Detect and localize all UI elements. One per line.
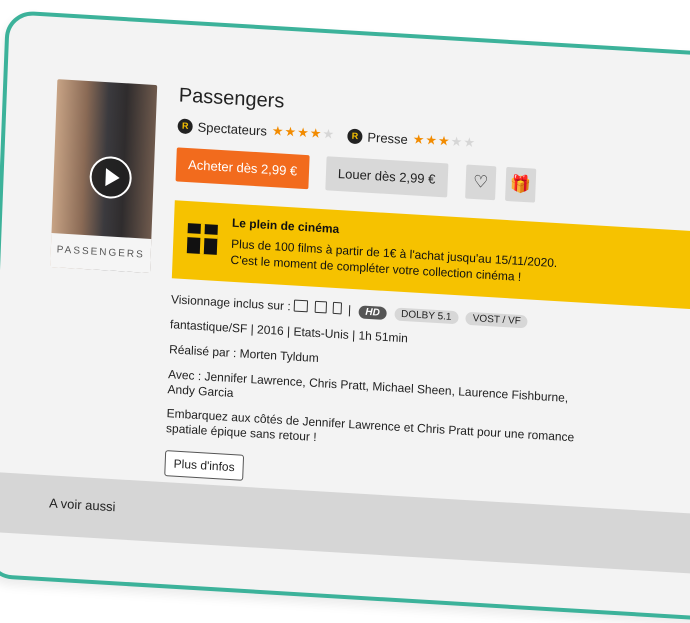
see-also-bar: A voir aussi: [0, 471, 690, 577]
viewing-label: Visionnage inclus sur :: [170, 292, 291, 314]
tv-icon: [293, 299, 309, 313]
spectators-stars: ★★★★★: [271, 122, 336, 142]
buy-button[interactable]: Acheter dès 2,99 €: [175, 147, 310, 190]
press-badge-icon: R: [347, 127, 363, 144]
press-stars: ★★★★★: [412, 131, 477, 151]
genre-line: fantastique/SF | 2016 | Etats-Unis | 1h …: [169, 317, 409, 346]
promo-gift-icon: [186, 223, 218, 255]
hd-badge: HD: [358, 305, 388, 321]
press-label: Presse: [367, 129, 409, 147]
movie-title: Passengers: [178, 84, 285, 113]
dolby-badge: DOLBY 5.1: [393, 307, 459, 325]
movie-poster[interactable]: PASSENGERS: [50, 79, 158, 273]
screen-frame: PASSENGERS Passengers R Spectateurs ★★★★…: [0, 10, 690, 623]
cast-line-2: Andy Garcia: [167, 382, 234, 401]
rent-button[interactable]: Louer dès 2,99 €: [325, 156, 449, 198]
spectators-badge-icon: R: [177, 117, 193, 134]
more-info-button[interactable]: Plus d'infos: [164, 450, 245, 481]
promo-title: Le plein de cinéma: [231, 215, 340, 237]
favorite-heart-icon[interactable]: ♡: [465, 164, 497, 201]
phone-icon: [332, 301, 342, 315]
spectators-label: Spectateurs: [197, 119, 268, 139]
director-line: Réalisé par : Morten Tyldum: [168, 342, 319, 366]
press-rating: R Presse ★★★★★: [347, 127, 476, 151]
vost-badge: VOST / VF: [465, 311, 529, 329]
play-icon[interactable]: [88, 155, 133, 200]
gift-icon[interactable]: 🎁: [505, 166, 537, 203]
tablet-icon: [314, 300, 327, 314]
see-also-label[interactable]: A voir aussi: [49, 495, 116, 514]
spectators-rating: R Spectateurs ★★★★★: [177, 117, 335, 142]
poster-title: PASSENGERS: [50, 233, 152, 273]
